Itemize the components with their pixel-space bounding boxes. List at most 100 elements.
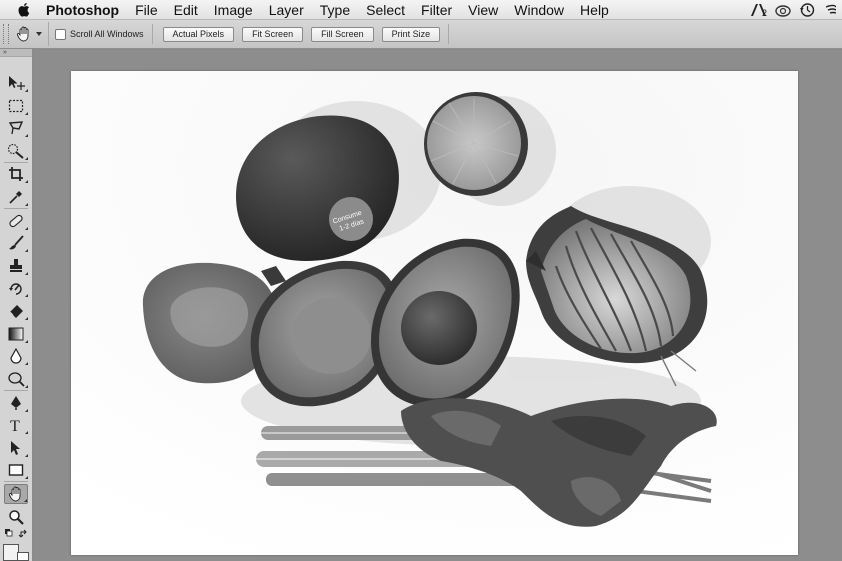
type-tool[interactable]: T xyxy=(4,415,28,435)
menu-file[interactable]: File xyxy=(127,0,166,20)
wifi-icon[interactable] xyxy=(822,2,840,18)
tool-group-indicator xyxy=(25,112,28,115)
brush-icon xyxy=(9,235,24,250)
menu-window[interactable]: Window xyxy=(506,0,572,20)
menu-filter[interactable]: Filter xyxy=(413,0,460,20)
tool-group-indicator xyxy=(25,476,28,479)
blur-tool[interactable] xyxy=(4,346,28,366)
move-icon xyxy=(9,76,25,90)
quick-selection-icon xyxy=(7,143,24,159)
tools-panel-collapse[interactable]: » xyxy=(0,49,32,57)
color-swatch-controls[interactable] xyxy=(4,527,28,541)
tools-panel: » T xyxy=(0,49,33,561)
default-colors-icon xyxy=(5,529,27,538)
fit-screen-button[interactable]: Fit Screen xyxy=(242,26,304,42)
scroll-all-windows-option[interactable]: Scroll All Windows xyxy=(55,24,153,44)
tool-group-indicator xyxy=(25,431,28,434)
tool-group-indicator xyxy=(25,454,28,457)
scroll-all-windows-label: Scroll All Windows xyxy=(70,29,144,39)
creative-cloud-sync-icon[interactable] xyxy=(774,2,792,18)
gradient-icon xyxy=(8,327,24,341)
lasso-tool[interactable] xyxy=(4,118,28,138)
tool-group-indicator xyxy=(25,89,28,92)
tools-separator xyxy=(4,208,28,209)
tools-separator xyxy=(4,481,28,482)
tool-group-indicator xyxy=(25,294,28,297)
path-selection-tool[interactable] xyxy=(4,438,28,458)
menu-select[interactable]: Select xyxy=(358,0,413,20)
rectangle-shape-icon xyxy=(8,464,24,476)
rectangle-tool[interactable] xyxy=(4,460,28,480)
blur-drop-icon xyxy=(10,348,22,364)
marquee-icon xyxy=(8,99,24,113)
menu-image[interactable]: Image xyxy=(206,0,261,20)
type-icon: T xyxy=(10,418,20,433)
menu-extras: 2 xyxy=(750,0,842,20)
crop-icon xyxy=(9,167,23,181)
brush-tool[interactable] xyxy=(4,233,28,253)
scroll-all-windows-checkbox[interactable] xyxy=(55,28,66,40)
hand-tool[interactable] xyxy=(4,484,28,504)
eyedropper-icon xyxy=(9,191,22,204)
clone-stamp-tool[interactable] xyxy=(4,256,28,276)
svg-text:2: 2 xyxy=(762,8,767,17)
fill-screen-button[interactable]: Fill Screen xyxy=(311,26,374,42)
apple-menu[interactable] xyxy=(0,2,46,17)
gradient-tool[interactable] xyxy=(4,324,28,344)
canvas-area[interactable]: Consume 1-2 días xyxy=(34,50,842,561)
actual-pixels-button[interactable]: Actual Pixels xyxy=(162,26,235,42)
crop-tool[interactable] xyxy=(4,164,28,184)
spot-healing-tool[interactable] xyxy=(4,211,28,231)
tool-group-indicator xyxy=(25,362,28,365)
tool-preset-picker[interactable] xyxy=(9,22,49,46)
tool-group-indicator xyxy=(25,340,28,343)
pen-icon xyxy=(11,396,21,410)
hand-icon xyxy=(16,26,29,42)
time-machine-icon[interactable] xyxy=(798,2,816,18)
eraser-icon xyxy=(9,305,23,318)
options-separator xyxy=(448,24,450,44)
tool-group-indicator xyxy=(25,409,28,412)
menu-photoshop[interactable]: Photoshop xyxy=(46,0,127,20)
tool-group-indicator xyxy=(25,272,28,275)
menu-layer[interactable]: Layer xyxy=(261,0,312,20)
rectangular-marquee-tool[interactable] xyxy=(4,96,28,116)
options-bar: Scroll All Windows Actual Pixels Fit Scr… xyxy=(0,20,842,49)
lasso-icon xyxy=(8,121,24,135)
dodge-tool[interactable] xyxy=(4,369,28,389)
background-color-swatch[interactable] xyxy=(17,552,29,561)
quick-selection-tool[interactable] xyxy=(4,141,28,161)
bandage-icon xyxy=(9,214,23,228)
print-size-button[interactable]: Print Size xyxy=(381,26,441,42)
move-tool[interactable] xyxy=(4,73,28,93)
zoom-tool[interactable] xyxy=(4,507,28,527)
path-selection-icon xyxy=(11,441,20,455)
pen-tool[interactable] xyxy=(4,393,28,413)
eraser-tool[interactable] xyxy=(4,301,28,321)
menu-edit[interactable]: Edit xyxy=(166,0,206,20)
menu-help[interactable]: Help xyxy=(572,0,617,20)
apple-logo-icon xyxy=(18,3,29,17)
tool-group-indicator xyxy=(25,180,28,183)
history-brush-icon xyxy=(9,283,22,295)
document-canvas[interactable]: Consume 1-2 días xyxy=(71,71,798,555)
menu-type[interactable]: Type xyxy=(312,0,358,20)
chevron-down-icon xyxy=(36,32,42,36)
adobe-creative-cloud-icon[interactable]: 2 xyxy=(750,2,768,18)
menu-view[interactable]: View xyxy=(460,0,506,20)
menu-bar: Photoshop File Edit Image Layer Type Sel… xyxy=(0,0,842,20)
svg-text:T: T xyxy=(10,418,20,433)
hand-icon xyxy=(8,486,21,502)
history-brush-tool[interactable] xyxy=(4,278,28,298)
stamp-icon xyxy=(10,259,22,272)
tool-group-indicator xyxy=(25,203,28,206)
tool-group-indicator xyxy=(24,499,27,502)
tools-separator xyxy=(4,162,28,163)
tool-group-indicator xyxy=(25,317,28,320)
eyedropper-tool[interactable] xyxy=(4,187,28,207)
lime-half xyxy=(424,92,528,196)
tools-separator xyxy=(4,390,28,391)
tool-group-indicator xyxy=(25,385,28,388)
zoom-icon xyxy=(9,510,24,525)
vegetables-photo: Consume 1-2 días xyxy=(71,71,798,555)
